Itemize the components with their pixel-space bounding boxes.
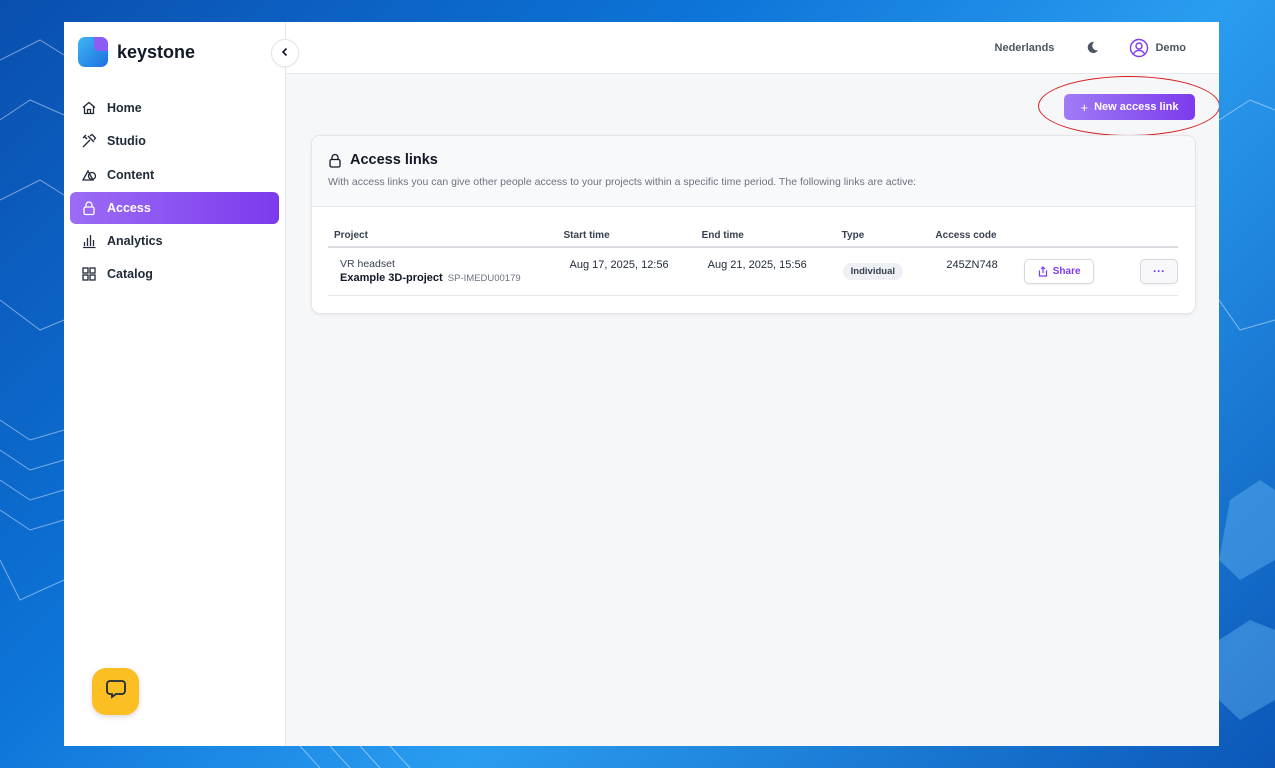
access-code-cell: 245ZN748 (929, 247, 1025, 296)
language-switch[interactable]: Nederlands (995, 42, 1055, 54)
share-label: Share (1052, 265, 1081, 277)
col-type: Type (835, 225, 930, 248)
moon-icon (1088, 41, 1099, 53)
share-icon (1038, 265, 1048, 277)
col-project: Project (328, 225, 558, 248)
project-code: SP-IMEDU00179 (447, 272, 521, 284)
sidebar: keystone Home Studio Content Access Anal… (64, 22, 286, 746)
col-share (1024, 225, 1117, 248)
more-options-button[interactable]: ··· (1140, 258, 1178, 284)
sidebar-item-label: Content (107, 167, 155, 182)
brand-name: keystone (117, 41, 196, 62)
sidebar-item-analytics[interactable]: Analytics (70, 225, 279, 257)
card-title: Access links (328, 152, 1179, 168)
project-name: Example 3D-project (340, 271, 443, 284)
bar-chart-icon (80, 232, 98, 250)
ellipsis-icon: ··· (1153, 264, 1165, 279)
card-header: Access links With access links you can g… (312, 136, 1195, 207)
plus-icon: + (1080, 99, 1089, 115)
sidebar-item-studio[interactable]: Studio (70, 125, 279, 157)
col-end-time: End time (695, 225, 836, 248)
new-access-link-button[interactable]: + New access link (1064, 94, 1195, 120)
sidebar-nav: Home Studio Content Access Analytics Cat… (64, 92, 285, 290)
sidebar-item-label: Home (107, 101, 142, 115)
brand[interactable]: keystone (64, 22, 285, 82)
dark-mode-toggle[interactable] (1086, 41, 1099, 54)
col-more (1117, 225, 1178, 248)
project-device: VR headset (340, 257, 395, 270)
keystone-logo-icon (78, 37, 108, 67)
lock-icon (328, 153, 342, 168)
shapes-icon (80, 166, 98, 184)
support-chat-button[interactable] (92, 668, 139, 715)
topbar: Nederlands Demo (286, 22, 1219, 74)
card-title-text: Access links (350, 152, 438, 168)
user-menu[interactable]: Demo (1129, 38, 1186, 58)
main-content: Nederlands Demo + New access link Access… (286, 22, 1219, 746)
user-avatar-icon (1129, 38, 1149, 58)
new-access-link-label: New access link (1094, 101, 1179, 113)
sidebar-item-catalog[interactable]: Catalog (70, 258, 279, 290)
share-button[interactable]: Share (1024, 258, 1095, 284)
more-cell: ··· (1117, 247, 1178, 296)
sidebar-item-label: Access (107, 200, 151, 215)
access-links-table: Project Start time End time Type Access … (328, 225, 1178, 296)
chat-bubble-icon (105, 678, 127, 705)
col-access-code: Access code (929, 225, 1025, 248)
share-cell: Share (1024, 247, 1117, 296)
type-cell: Individual (835, 247, 930, 296)
sidebar-item-content[interactable]: Content (70, 159, 279, 191)
access-links-card: Access links With access links you can g… (311, 135, 1196, 314)
sidebar-item-home[interactable]: Home (70, 92, 279, 124)
tools-icon (80, 132, 98, 150)
card-description: With access links you can give other peo… (328, 176, 917, 188)
sidebar-item-access[interactable]: Access (70, 191, 279, 224)
user-name: Demo (1155, 41, 1186, 54)
end-time-cell: Aug 21, 2025, 15:56 (695, 247, 836, 296)
lock-icon (80, 199, 98, 217)
app-window: keystone Home Studio Content Access Anal… (64, 22, 1219, 746)
start-time-cell: Aug 17, 2025, 12:56 (557, 247, 696, 296)
col-start-time: Start time (557, 225, 696, 248)
project-cell: VR headset Example 3D-project SP-IMEDU00… (328, 247, 558, 296)
sidebar-item-label: Studio (107, 134, 146, 149)
sidebar-item-label: Analytics (107, 234, 163, 249)
collapse-sidebar-button[interactable] (271, 39, 299, 67)
home-icon (80, 99, 98, 117)
grid-icon (80, 265, 98, 283)
sidebar-item-label: Catalog (107, 267, 153, 282)
type-badge: Individual (842, 262, 904, 280)
chevron-left-icon (280, 44, 290, 62)
table-row[interactable]: VR headset Example 3D-project SP-IMEDU00… (328, 247, 1178, 296)
table-header-row: Project Start time End time Type Access … (328, 225, 1178, 248)
